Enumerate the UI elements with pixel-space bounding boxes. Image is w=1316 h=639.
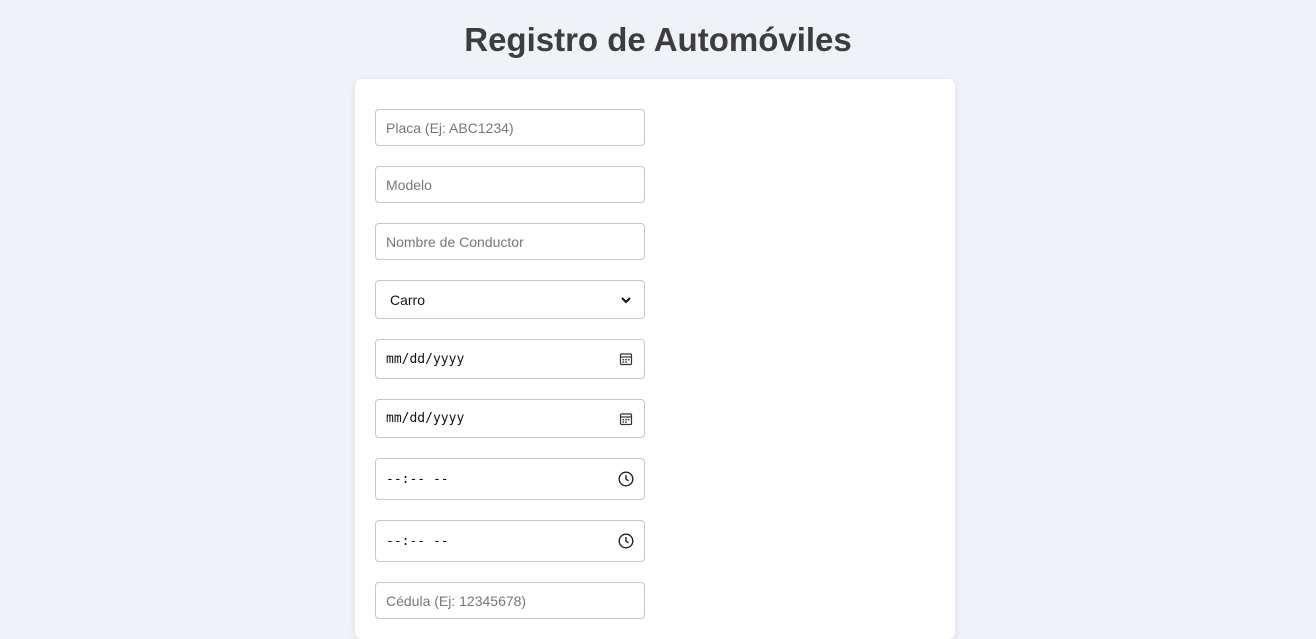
chevron-down-icon	[618, 292, 634, 308]
hora-entrada-input[interactable]: --:-- --	[375, 458, 645, 500]
clock-icon[interactable]	[618, 533, 634, 549]
placa-input[interactable]: Placa (Ej: ABC1234)	[375, 109, 645, 146]
calendar-icon[interactable]	[618, 411, 634, 427]
hora-entrada-placeholder: --:-- --	[386, 471, 449, 487]
calendar-icon[interactable]	[618, 351, 634, 367]
fecha-entrada-input[interactable]: mm/dd/yyyy	[375, 339, 645, 379]
cedula-input[interactable]: Cédula (Ej: 12345678)	[375, 582, 645, 619]
modelo-input[interactable]: Modelo	[375, 166, 645, 203]
conductor-input[interactable]: Nombre de Conductor	[375, 223, 645, 260]
hora-salida-placeholder: --:-- --	[386, 533, 449, 549]
registration-form-card: Placa (Ej: ABC1234) Modelo Nombre de Con…	[355, 79, 955, 639]
hora-salida-input[interactable]: --:-- --	[375, 520, 645, 562]
page-title: Registro de Automóviles	[464, 21, 852, 58]
cedula-placeholder: Cédula (Ej: 12345678)	[386, 592, 527, 609]
vehicle-type-value: Carro	[390, 291, 426, 308]
conductor-placeholder: Nombre de Conductor	[386, 233, 524, 250]
vehicle-type-select[interactable]: Carro	[375, 280, 645, 319]
fecha-entrada-placeholder: mm/dd/yyyy	[386, 351, 465, 367]
modelo-placeholder: Modelo	[386, 176, 432, 193]
clock-icon[interactable]	[618, 471, 634, 487]
placa-placeholder: Placa (Ej: ABC1234)	[386, 119, 514, 136]
fecha-salida-input[interactable]: mm/dd/yyyy	[375, 399, 645, 438]
fecha-salida-placeholder: mm/dd/yyyy	[386, 411, 465, 426]
